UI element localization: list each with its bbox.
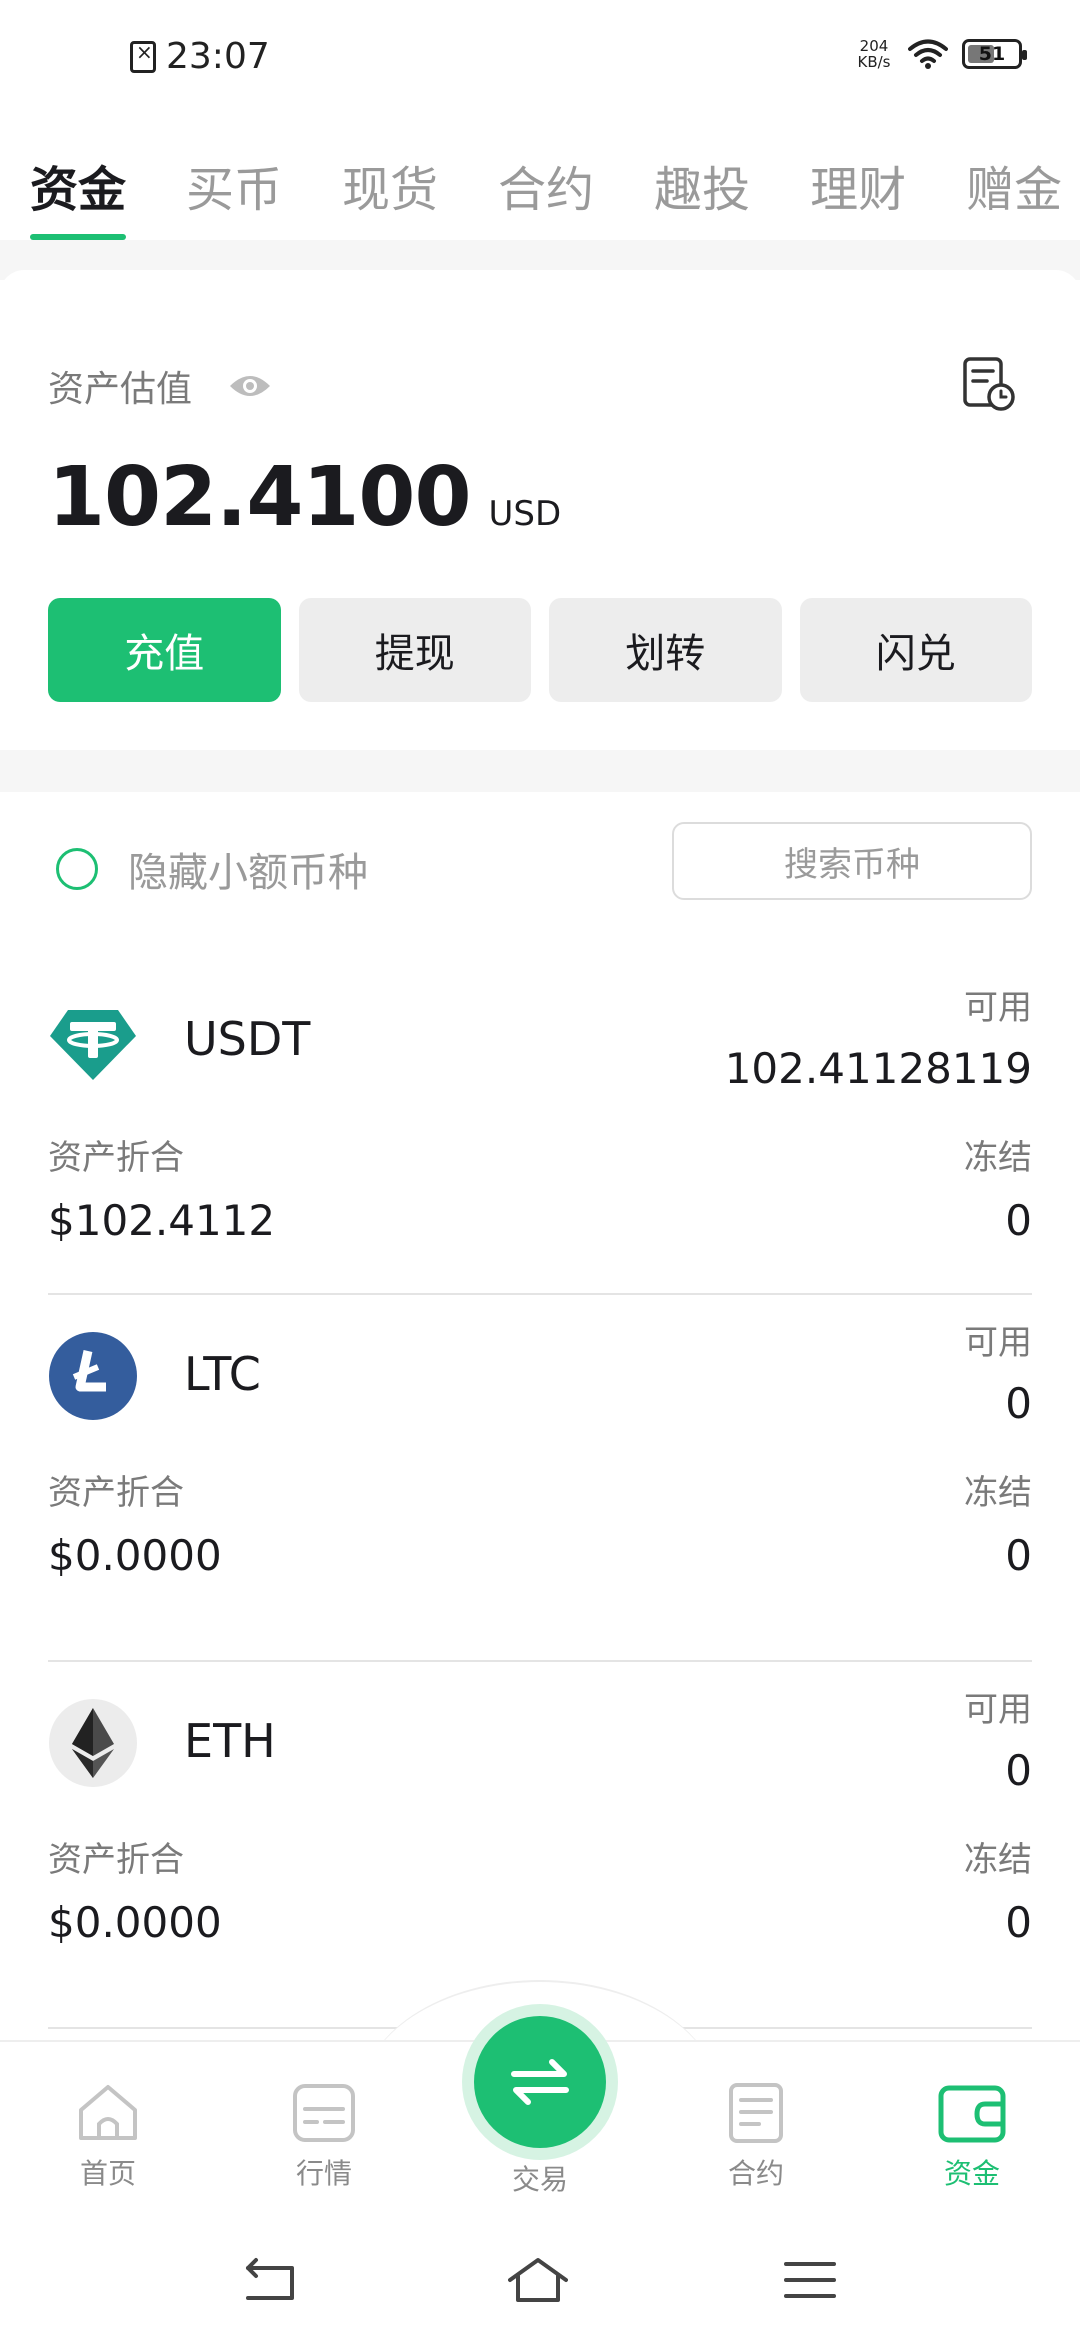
coin-name: LTC [184, 1347, 261, 1401]
trade-button[interactable] [474, 2016, 606, 2148]
asset-value-row: 102.4100 USD [48, 450, 561, 545]
net-speed-unit: KB/s [857, 53, 891, 71]
coin-item-ltc[interactable]: LTC 可用 0 资产折合 冻结 $0.0000 0 [48, 1295, 1032, 1662]
tab-contract[interactable]: 合约 [498, 130, 594, 240]
filter-row: 隐藏小额币种 搜索币种 [0, 820, 1080, 910]
asset-card: 资产估值 102.4100 USD 充值 提现 划转 闪兑 [0, 270, 1080, 750]
withdraw-button[interactable]: 提现 [298, 598, 531, 702]
estimate-label: 资产折合 [48, 1473, 184, 1513]
available-label: 可用 [964, 1323, 1032, 1363]
estimate-label: 资产折合 [48, 1840, 184, 1880]
transfer-button[interactable]: 划转 [549, 598, 782, 702]
battery-icon: 51 [962, 39, 1027, 69]
swap-arrows-icon [511, 2059, 569, 2105]
coin-item-usdt[interactable]: USDT 可用 102.41128119 资产折合 冻结 $102.4112 0 [48, 960, 1032, 1295]
available-value: 0 [1005, 1746, 1032, 1795]
nav-item-home[interactable]: 首页 [28, 2082, 188, 2192]
frozen-label: 冻结 [964, 1473, 1032, 1513]
hide-small-radio[interactable] [56, 848, 98, 890]
frozen-value: 0 [1005, 1898, 1032, 1947]
estimate-label: 资产折合 [48, 1138, 184, 1178]
available-label: 可用 [964, 1690, 1032, 1730]
tab-bonus[interactable]: 赠金 [966, 130, 1062, 240]
available-value: 102.41128119 [724, 1044, 1032, 1093]
coin-list: USDT 可用 102.41128119 资产折合 冻结 $102.4112 0… [48, 960, 1032, 2029]
frozen-label: 冻结 [964, 1138, 1032, 1178]
top-tabs: 资金 买币 现货 合约 趣投 理财 赠金 [0, 130, 1080, 240]
nav-item-market[interactable]: 行情 [244, 2082, 404, 2192]
net-speed: 204 KB/s [854, 38, 894, 70]
asset-value: 102.4100 [48, 450, 472, 545]
battery-level: 51 [978, 43, 1006, 65]
status-time: 23:07 [166, 36, 270, 77]
asset-label: 资产估值 [48, 369, 193, 410]
ethereum-logo-icon [49, 1699, 137, 1787]
available-label: 可用 [964, 988, 1032, 1028]
home-icon [79, 2085, 137, 2140]
home-system-icon[interactable] [508, 2250, 568, 2310]
action-row: 充值 提现 划转 闪兑 [48, 598, 1032, 702]
estimate-value: $0.0000 [48, 1898, 222, 1947]
status-bar: 23:07 204 KB/s 51 [0, 0, 1080, 120]
litecoin-logo-icon [49, 1332, 137, 1420]
contract-icon [729, 2083, 783, 2143]
menu-icon[interactable] [780, 2250, 840, 2310]
hide-small-toggle[interactable]: 隐藏小额币种 [56, 840, 368, 898]
coin-name: ETH [184, 1714, 276, 1768]
frozen-value: 0 [1005, 1196, 1032, 1245]
frozen-value: 0 [1005, 1531, 1032, 1580]
nav-item-contract[interactable]: 合约 [676, 2082, 836, 2192]
net-speed-value: 204 [859, 37, 889, 55]
estimate-value: $102.4112 [48, 1196, 276, 1245]
asset-label-row: 资产估值 [48, 360, 272, 412]
tab-funds[interactable]: 资金 [30, 130, 127, 240]
tab-buy-coin[interactable]: 买币 [186, 130, 282, 240]
eye-icon[interactable] [228, 372, 272, 400]
tab-wealth[interactable]: 理财 [810, 130, 906, 240]
hide-small-label: 隐藏小额币种 [128, 850, 368, 896]
wallet-icon [938, 2085, 1006, 2143]
deposit-button[interactable]: 充值 [48, 598, 281, 702]
market-icon [293, 2084, 355, 2142]
asset-unit: USD [488, 494, 562, 534]
wifi-icon [908, 39, 948, 69]
nav-item-funds[interactable]: 资金 [892, 2082, 1052, 2192]
frozen-label: 冻结 [964, 1840, 1032, 1880]
tab-spot[interactable]: 现货 [342, 130, 438, 240]
status-right: 204 KB/s 51 [854, 38, 1027, 70]
back-icon[interactable] [240, 2250, 300, 2310]
tab-fun-invest[interactable]: 趣投 [654, 130, 750, 240]
available-value: 0 [1005, 1379, 1032, 1428]
system-nav [0, 2220, 1080, 2340]
divider-strip-2 [0, 750, 1080, 792]
tether-logo-icon [50, 1010, 136, 1080]
nav-label-contract: 合约 [727, 2157, 784, 2190]
nav-label-home: 首页 [79, 2157, 136, 2190]
search-coin-input[interactable]: 搜索币种 [672, 822, 1032, 900]
estimate-value: $0.0000 [48, 1531, 222, 1580]
nav-label-market: 行情 [295, 2157, 352, 2190]
record-clock-icon[interactable] [962, 356, 1016, 412]
coin-item-eth[interactable]: ETH 可用 0 资产折合 冻结 $0.0000 0 [48, 1662, 1032, 2029]
nav-label-funds: 资金 [943, 2157, 1000, 2190]
coin-name: USDT [184, 1012, 311, 1066]
swap-button[interactable]: 闪兑 [799, 598, 1032, 702]
status-left: 23:07 [130, 36, 270, 77]
sim-blocked-icon [130, 40, 156, 73]
nav-label-trade: 交易 [511, 2163, 568, 2196]
